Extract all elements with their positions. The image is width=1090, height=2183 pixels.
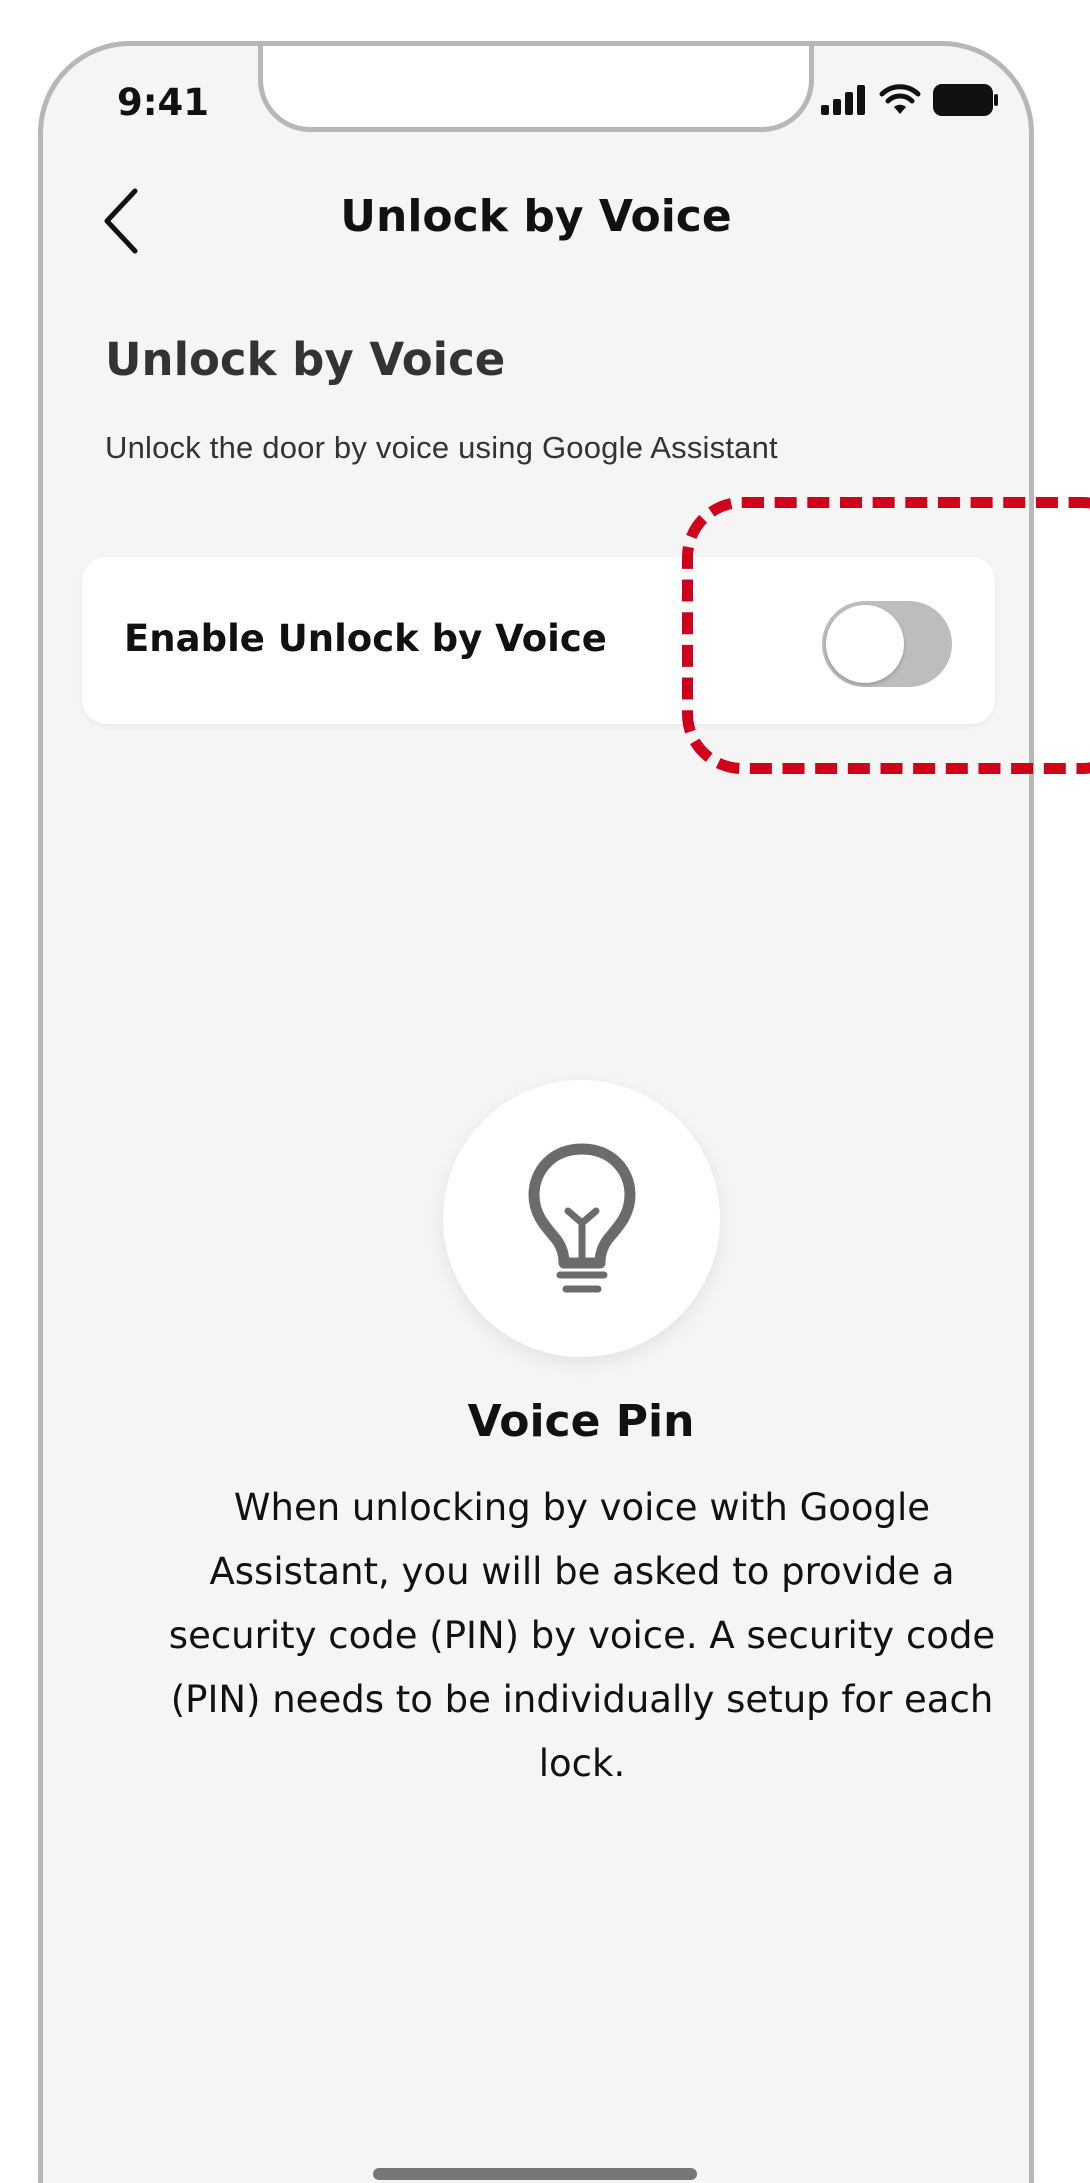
home-indicator [373, 2168, 697, 2180]
section-title: Unlock by Voice [105, 333, 506, 386]
battery-icon [933, 84, 998, 116]
tip-title: Voice Pin [467, 1396, 695, 1447]
cellular-signal-icon [821, 85, 865, 115]
highlight-annotation [682, 497, 1090, 774]
status-icons [821, 84, 999, 116]
section-description: Unlock the door by voice using Google As… [105, 430, 778, 465]
phone-notch [258, 46, 814, 132]
enable-unlock-label: Enable Unlock by Voice [124, 617, 607, 660]
tip-body: When unlocking by voice with Google Assi… [168, 1486, 996, 1785]
phone-frame: 9:41 Unlock by Voice Unlock by Voice Unl… [38, 41, 1034, 2183]
wifi-icon [879, 84, 921, 114]
status-time: 9:41 [117, 81, 210, 124]
screenshot-canvas: 9:41 Unlock by Voice Unlock by Voice Unl… [0, 0, 1090, 2183]
tip-icon-circle [443, 1080, 720, 1357]
page-title: Unlock by Voice [340, 191, 732, 242]
lightbulb-icon [528, 1143, 635, 1292]
